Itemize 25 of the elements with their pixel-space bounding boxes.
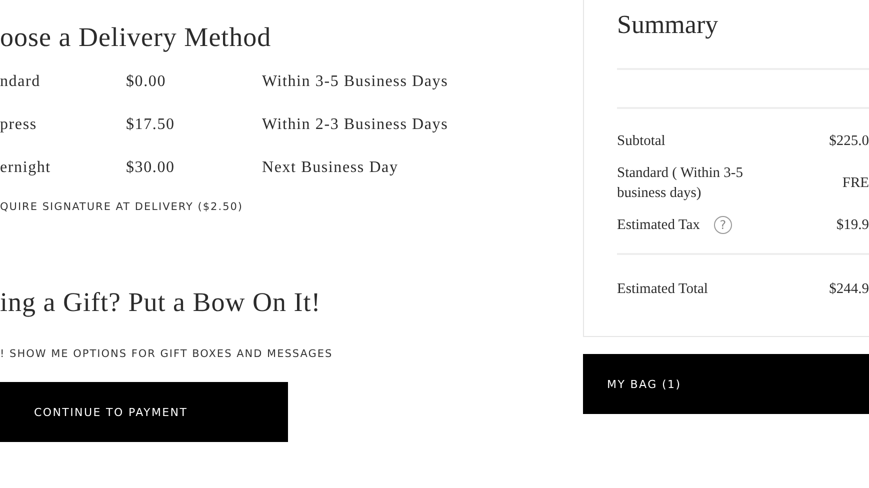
section-heading: oose a Delivery Method bbox=[0, 22, 272, 53]
summary-value: $19.9 bbox=[836, 216, 869, 235]
method-price: $17.50 bbox=[126, 115, 176, 135]
method-name: ernight bbox=[0, 158, 52, 178]
method-time: Next Business Day bbox=[262, 158, 400, 178]
method-time: Within 2-3 Business Days bbox=[262, 115, 450, 135]
method-name: ndard bbox=[0, 72, 42, 92]
summary-value: FRE bbox=[842, 174, 869, 193]
summary-label: Standard ( Within 3-5 business days) bbox=[617, 164, 744, 203]
summary-label: Estimated Tax bbox=[617, 216, 700, 235]
method-price: $30.00 bbox=[126, 158, 176, 178]
signature-option[interactable]: QUIRE SIGNATURE AT DELIVERY ($2.50) bbox=[0, 201, 583, 213]
method-name: press bbox=[0, 115, 38, 135]
help-icon[interactable]: ? bbox=[714, 216, 732, 234]
method-price: $0.00 bbox=[126, 72, 167, 92]
method-time: Within 3-5 Business Days bbox=[262, 72, 450, 92]
section-heading: ing a Gift? Put a Bow On It! bbox=[0, 287, 322, 318]
continue-button[interactable]: CONTINUE TO PAYMENT bbox=[0, 382, 288, 442]
total-label: Estimated Total bbox=[617, 280, 708, 299]
total-value: $244.9 bbox=[829, 280, 869, 299]
summary-title: Summary bbox=[617, 10, 720, 40]
gift-option[interactable]: ! SHOW ME OPTIONS FOR GIFT BOXES AND MESSAGES bbox=[0, 348, 583, 360]
summary-value: $225.0 bbox=[829, 132, 869, 151]
bag-button[interactable]: MY BAG (1) bbox=[583, 354, 869, 414]
summary-label: Subtotal bbox=[617, 132, 666, 151]
